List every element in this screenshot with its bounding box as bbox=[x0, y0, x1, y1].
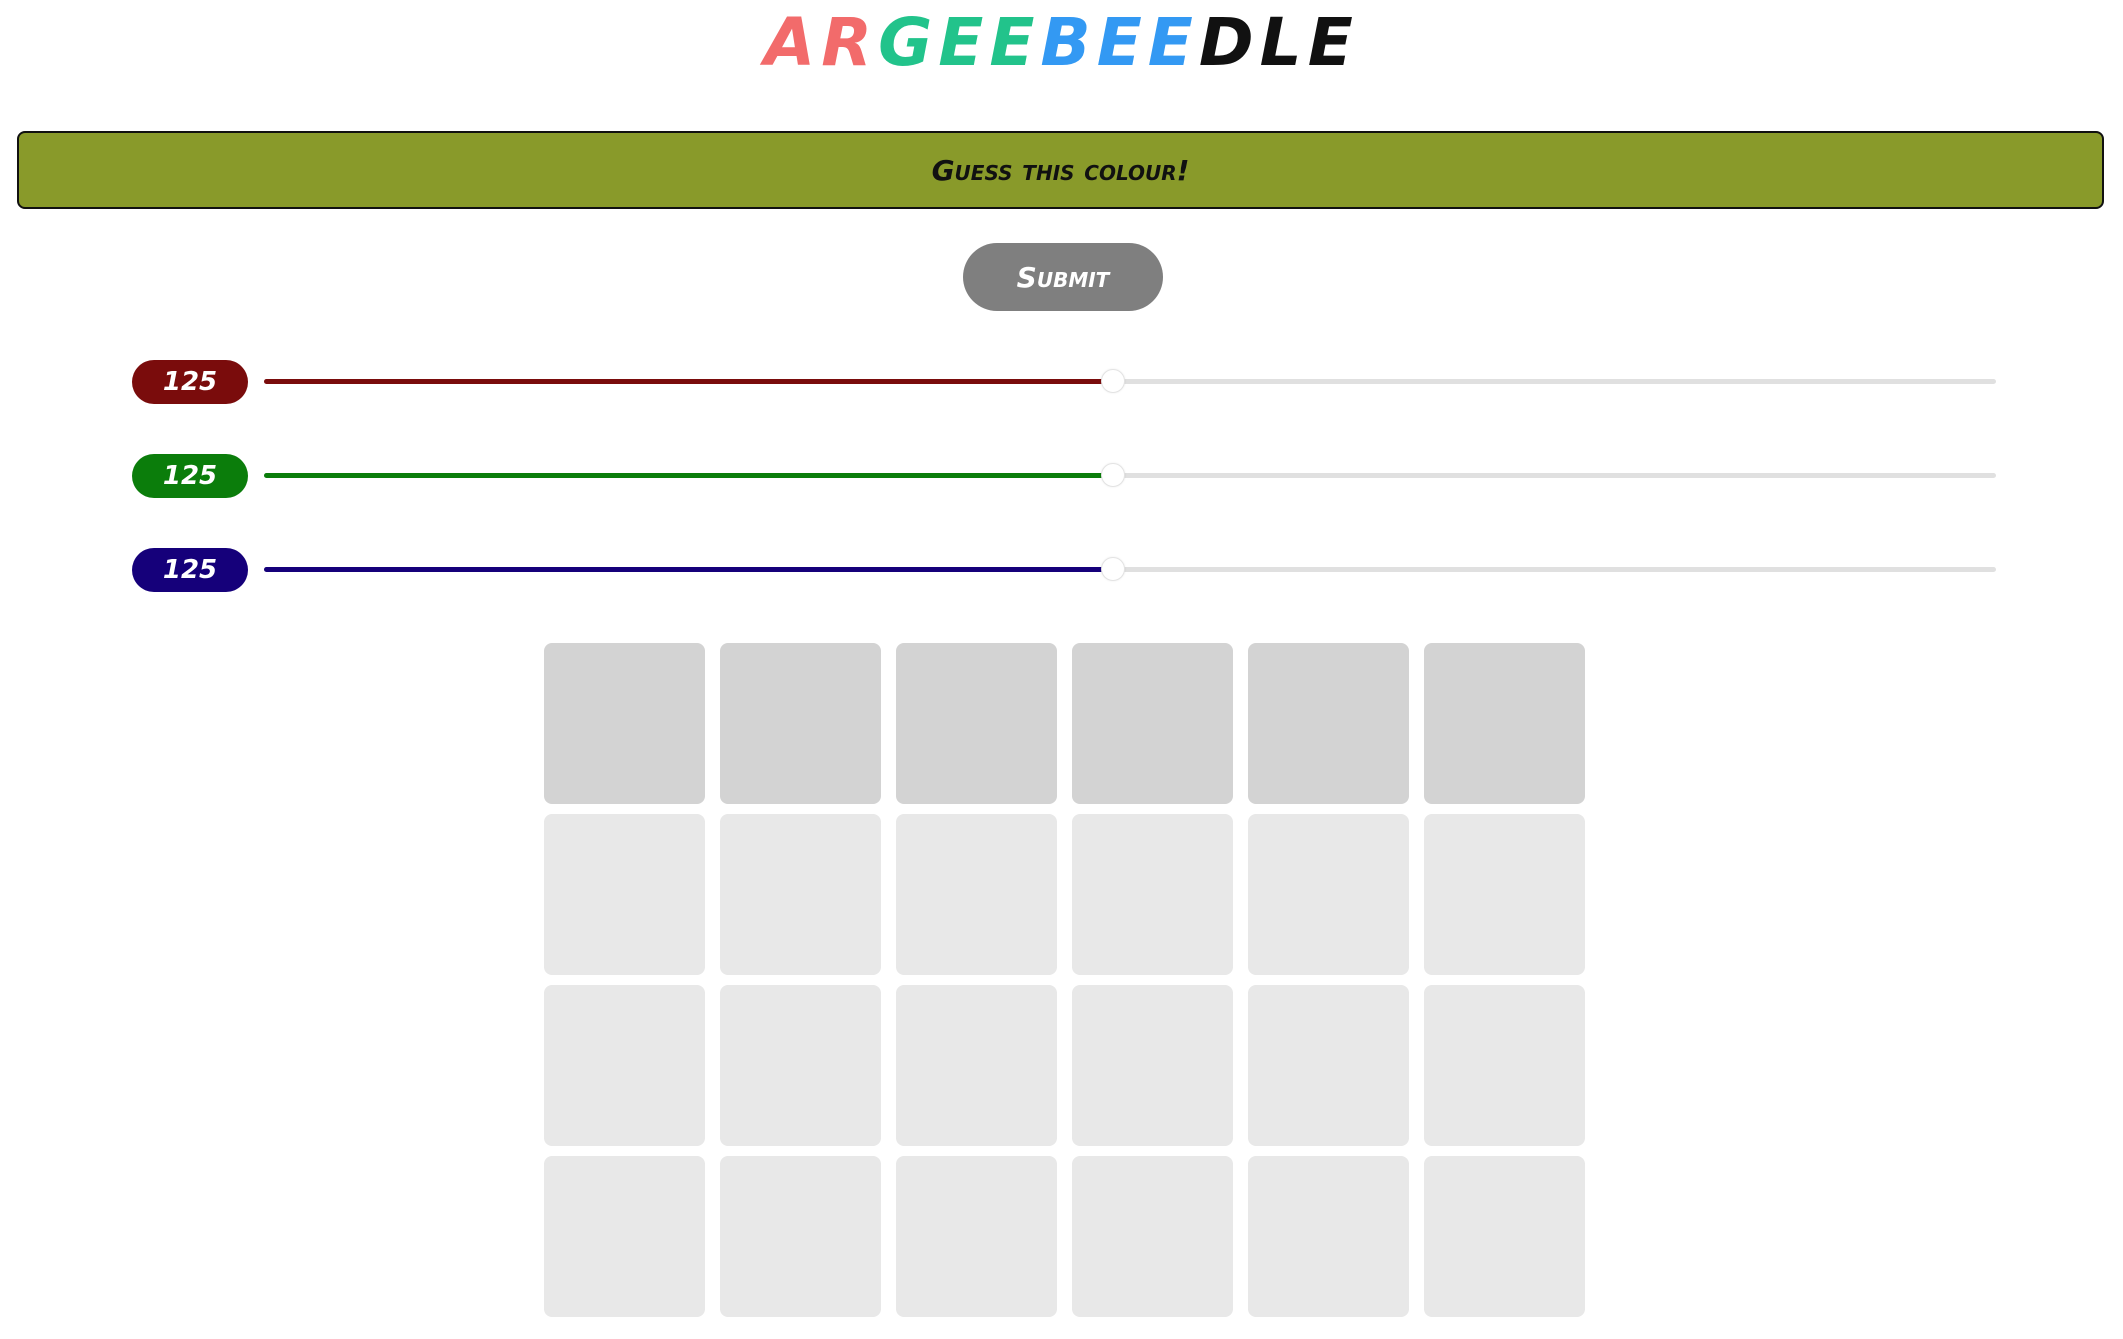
target-colour-swatch: Guess this colour! bbox=[17, 131, 2104, 209]
blue-slider-track[interactable] bbox=[264, 557, 1996, 581]
green-slider-fill bbox=[264, 473, 1114, 478]
green-slider-thumb[interactable] bbox=[1101, 463, 1126, 487]
game-page: ARGEEBEEDLE Guess this colour! Submit 12… bbox=[0, 0, 2123, 1339]
title-segment-ar: AR bbox=[764, 4, 879, 81]
guess-cell bbox=[544, 643, 705, 804]
guess-cell bbox=[720, 985, 881, 1146]
game-title: ARGEEBEEDLE bbox=[0, 8, 2123, 78]
guess-cell bbox=[1424, 985, 1585, 1146]
guess-cell bbox=[1072, 985, 1233, 1146]
submit-button[interactable]: Submit bbox=[963, 243, 1163, 311]
blue-slider-row: 125 bbox=[132, 548, 2002, 592]
guess-cell bbox=[1072, 643, 1233, 804]
guess-cell bbox=[1424, 1156, 1585, 1317]
target-prompt: Guess this colour! bbox=[931, 153, 1190, 187]
guess-cell bbox=[544, 1156, 705, 1317]
title-segment-dle: DLE bbox=[1198, 4, 1359, 81]
guess-cell bbox=[1248, 1156, 1409, 1317]
blue-slider-fill bbox=[264, 567, 1114, 572]
blue-slider-thumb[interactable] bbox=[1101, 557, 1126, 581]
red-value-badge: 125 bbox=[132, 360, 248, 404]
guess-cell bbox=[720, 1156, 881, 1317]
green-slider-track[interactable] bbox=[264, 463, 1996, 487]
green-slider-row: 125 bbox=[132, 454, 2002, 498]
guess-cell bbox=[1248, 643, 1409, 804]
green-value-badge: 125 bbox=[132, 454, 248, 498]
guess-cell bbox=[896, 985, 1057, 1146]
guess-cell bbox=[544, 814, 705, 975]
title-segment-gee: GEE bbox=[878, 4, 1041, 81]
guess-cell bbox=[720, 643, 881, 804]
blue-value-badge: 125 bbox=[132, 548, 248, 592]
guess-cell bbox=[1424, 814, 1585, 975]
guess-cell bbox=[544, 985, 705, 1146]
red-slider-row: 125 bbox=[132, 360, 2002, 404]
guess-cell bbox=[896, 1156, 1057, 1317]
guess-cell bbox=[1248, 814, 1409, 975]
guess-cell bbox=[1424, 643, 1585, 804]
guess-cell bbox=[896, 643, 1057, 804]
guess-cell bbox=[896, 814, 1057, 975]
red-slider-track[interactable] bbox=[264, 369, 1996, 393]
guess-cell bbox=[720, 814, 881, 975]
guess-cell bbox=[1072, 1156, 1233, 1317]
guess-grid bbox=[544, 643, 1587, 1317]
guess-cell bbox=[1072, 814, 1233, 975]
guess-cell bbox=[1248, 985, 1409, 1146]
title-segment-bee: BEE bbox=[1040, 4, 1199, 81]
red-slider-fill bbox=[264, 379, 1114, 384]
red-slider-thumb[interactable] bbox=[1101, 369, 1126, 393]
